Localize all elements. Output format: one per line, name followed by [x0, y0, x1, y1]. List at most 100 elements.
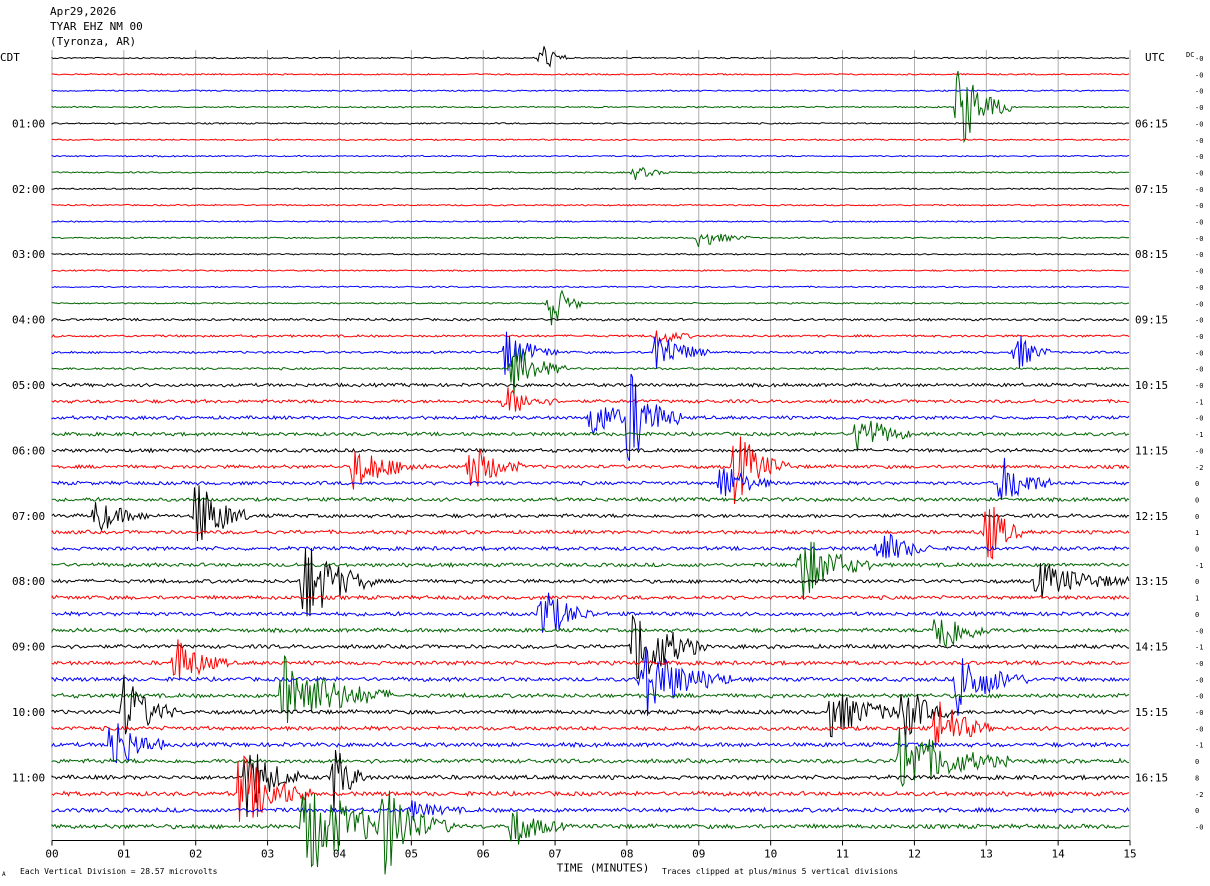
dc-offset-label: -1: [1195, 644, 1203, 652]
seismic-trace: [51, 233, 1130, 247]
x-tick-label: 07: [548, 847, 561, 860]
x-tick-label: 00: [45, 847, 58, 860]
helicorder-plot: 00 01 02 03 04 05 06 07 08 09 10 11 12 13 14 15TIME (MI…: [0, 46, 1203, 878]
dc-offset-label: 1: [1195, 529, 1199, 537]
dc-offset-label: -0: [1195, 709, 1203, 717]
clip-note: Traces clipped at plus/minus 5 vertical …: [662, 867, 898, 876]
left-timezone-label: CDT: [0, 51, 20, 64]
dc-offset-label: -0: [1195, 137, 1203, 145]
dc-offset-label: -0: [1195, 219, 1203, 227]
x-tick-label: 08: [620, 847, 633, 860]
right-hour-label: 16:15: [1135, 771, 1168, 784]
right-hour-label: 13:15: [1135, 575, 1168, 588]
dc-offset-label: -0: [1195, 55, 1203, 63]
dc-offset-label: 8: [1195, 774, 1199, 782]
left-hour-label: 11:00: [12, 771, 45, 784]
dc-offset-label: -0: [1195, 349, 1203, 357]
dc-offset-label: -2: [1195, 791, 1203, 799]
seismic-trace: [51, 252, 1130, 256]
seismic-trace: [51, 496, 1130, 503]
x-tick-label: 11: [836, 847, 849, 860]
x-tick-label: 15: [1123, 847, 1136, 860]
right-hour-label: 08:15: [1135, 248, 1168, 261]
dc-offset-label: -0: [1195, 71, 1203, 79]
x-tick-label: 10: [764, 847, 777, 860]
seismic-trace: [51, 373, 1130, 462]
seismic-trace: [51, 70, 1130, 144]
dc-offset-label: -0: [1195, 268, 1203, 276]
dc-offset-label: -0: [1195, 415, 1203, 423]
seismic-trace: [51, 330, 1130, 348]
dc-offset-label: -0: [1195, 104, 1203, 112]
dc-offset-label: -0: [1195, 186, 1203, 194]
seismic-trace: [51, 420, 1130, 452]
seismic-trace: [51, 122, 1130, 126]
dc-offset-label: 0: [1195, 546, 1199, 554]
seismic-trace: [51, 269, 1130, 272]
seismic-trace: [51, 72, 1130, 76]
dc-offset-label: 0: [1195, 496, 1199, 504]
seismic-trace: [51, 138, 1130, 142]
seismic-trace: [51, 317, 1130, 322]
seismic-trace: [51, 289, 1130, 326]
dc-offset-label: -0: [1195, 317, 1203, 325]
right-hour-label: 09:15: [1135, 314, 1168, 327]
seismic-trace: [51, 436, 1130, 505]
seismic-trace: [51, 387, 1130, 412]
dc-offset-label: -0: [1195, 660, 1203, 668]
dc-offset-label: -0: [1195, 88, 1203, 96]
x-tick-label: 14: [1052, 847, 1066, 860]
dc-offset-label: -0: [1195, 676, 1203, 684]
dc-offset-label: 0: [1195, 480, 1199, 488]
left-hour-label: 10:00: [12, 706, 45, 719]
dc-offset-label: -0: [1195, 725, 1203, 733]
seismic-trace: [51, 154, 1130, 158]
seismic-trace: [51, 755, 1130, 822]
seismic-trace: [51, 619, 1130, 648]
dc-offset-label: -0: [1195, 693, 1203, 701]
seismic-trace: [51, 701, 1129, 748]
seismic-trace: [51, 187, 1130, 191]
dc-offset-label: -0: [1195, 447, 1203, 455]
left-hour-label: 09:00: [12, 641, 45, 654]
seismic-trace: [51, 594, 1130, 601]
x-axis-title: TIME (MINUTES): [557, 861, 650, 874]
x-tick-label: 01: [117, 847, 130, 860]
seismic-trace: [51, 548, 1130, 617]
dc-offset-label: -0: [1195, 235, 1203, 243]
x-tick-label: 02: [189, 847, 202, 860]
dc-offset-label: -0: [1195, 120, 1203, 128]
left-hour-label: 01:00: [12, 117, 45, 130]
dc-offset-label: -0: [1195, 382, 1203, 390]
x-tick-label: 03: [261, 847, 274, 860]
x-tick-label: 06: [477, 847, 490, 860]
dc-offset-label: -1: [1195, 431, 1203, 439]
seismic-trace: [51, 447, 1130, 454]
dc-offset-label: -2: [1195, 464, 1203, 472]
dc-offset-label: -1: [1195, 398, 1203, 406]
dc-offset-label: 0: [1195, 578, 1199, 586]
seismic-trace: [51, 541, 1130, 599]
left-hour-label: 08:00: [12, 575, 45, 588]
seismic-trace: [51, 203, 1130, 207]
dc-offset-label: 1: [1195, 595, 1199, 603]
dc-offset-label: -0: [1195, 300, 1203, 308]
seismic-trace: [51, 646, 1130, 716]
right-hour-label: 10:15: [1135, 379, 1168, 392]
dc-offset-label: -0: [1195, 366, 1203, 374]
x-tick-label: 13: [980, 847, 993, 860]
dc-offset-label: -0: [1195, 333, 1203, 341]
x-tick-label: 04: [333, 847, 347, 860]
dc-offset-label: -0: [1195, 284, 1203, 292]
right-hour-label: 07:15: [1135, 183, 1168, 196]
seismic-trace: [51, 381, 1130, 388]
seismic-trace: [51, 220, 1130, 223]
left-hour-label: 04:00: [12, 314, 45, 327]
dc-offset-label: 0: [1195, 611, 1199, 619]
right-hour-label: 14:15: [1135, 641, 1168, 654]
dc-offset-label: 0: [1195, 513, 1199, 521]
dc-offset-label: -0: [1195, 202, 1203, 210]
scale-label: Each Vertical Division = 28.57 microvolt…: [20, 867, 218, 876]
right-hour-label: 06:15: [1135, 117, 1168, 130]
x-tick-label: 05: [405, 847, 418, 860]
